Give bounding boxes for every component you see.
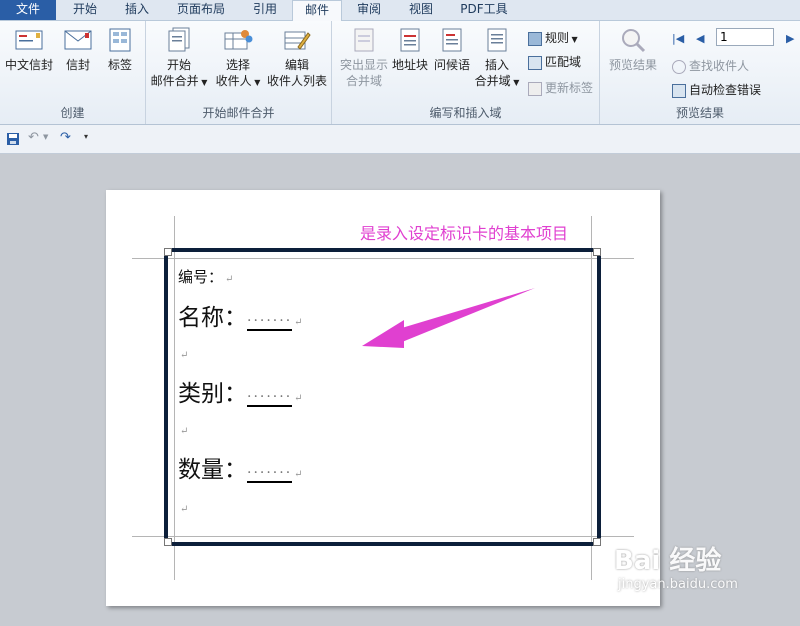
annotation-arrow [362, 288, 535, 348]
watermark-logo-text: Bai 经验 [614, 546, 722, 576]
annotation-text: 是录入设定标识卡的基本项目 [360, 224, 569, 243]
watermark-url: jingyan.baidu.com [618, 577, 738, 592]
baidu-watermark: Bai 经验 jingyan.baidu.com [614, 540, 738, 592]
